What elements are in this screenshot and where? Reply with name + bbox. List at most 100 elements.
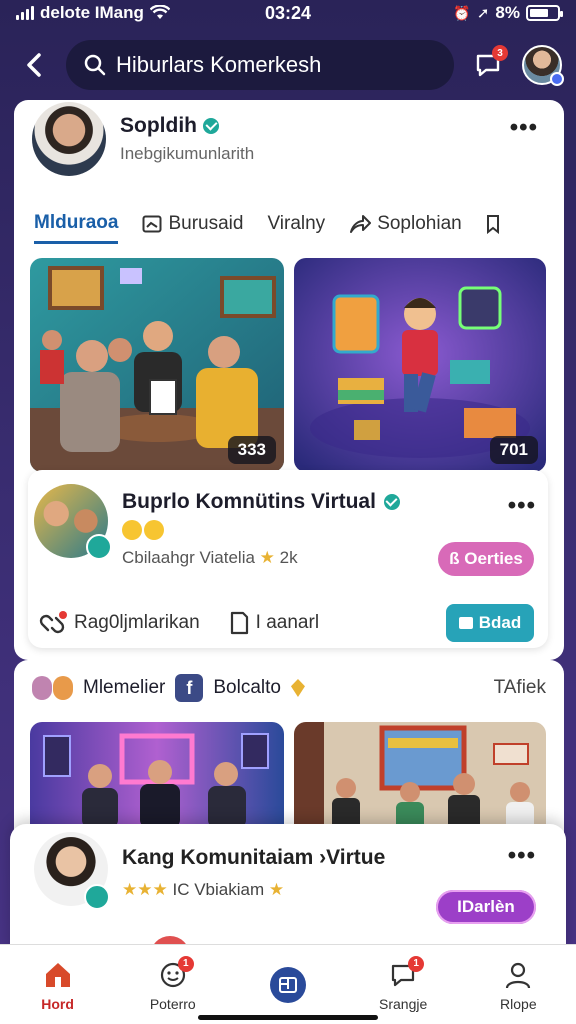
nav-srangje[interactable]: 1 Srangje [358, 955, 448, 1012]
star-icon: ★ [268, 880, 285, 899]
emoji-row [122, 520, 164, 540]
nav-create[interactable] [243, 966, 333, 1003]
messages-button[interactable]: 3 [466, 43, 510, 87]
bold-button-label: Bdad [478, 613, 522, 632]
status-left: delote IMang [16, 3, 170, 23]
more-options-icon[interactable]: ••• [508, 842, 536, 870]
community-badge-icon [84, 884, 110, 910]
community-meta-text: Cbilaahgr Viatelia [122, 548, 255, 567]
signal-icon [16, 6, 34, 20]
nav-profile-icon-box [501, 958, 535, 992]
tab-label: Mlduraoa [34, 211, 119, 233]
people-emoji-icon [32, 676, 73, 700]
back-button[interactable] [14, 45, 54, 85]
nav-home[interactable]: Hord [13, 958, 103, 1012]
nav-profile-label: Rlope [500, 995, 537, 1012]
nav-home-label: Hord [41, 995, 74, 1012]
suggestion-meta: IC Vbiakiam [172, 880, 265, 899]
tab-label: Soplohian [377, 213, 462, 234]
community-badge-icon [86, 534, 112, 560]
nav-badge: 1 [408, 955, 425, 972]
profile-name-row: Sopldih [120, 114, 254, 138]
user-avatar[interactable] [522, 45, 564, 86]
verified-icon [203, 118, 219, 134]
community-actions: Rag0ljmlarikan I aanarl Bdad [38, 604, 534, 642]
bookmark-icon [486, 215, 499, 234]
tab-more[interactable] [486, 204, 500, 244]
tab-label: Burusaid [168, 213, 244, 234]
tile-count-2: 701 [489, 436, 538, 464]
image-icon [142, 215, 162, 233]
feed-right-link[interactable]: TAfiek [494, 677, 546, 699]
nav-badge: 1 [177, 955, 194, 972]
layout-icon [278, 976, 297, 993]
community-member-count: 2k [279, 548, 298, 567]
tab-burusaid[interactable]: Burusaid [142, 204, 243, 244]
recommend-action[interactable]: Rag0ljmlarikan [38, 610, 200, 636]
tab-bar: Mlduraoa Burusaid Viralny Soplohian [34, 204, 564, 244]
profile-subtitle: Inebgikumunlarith [120, 144, 255, 163]
save-action[interactable]: I aanarl [228, 611, 319, 635]
link-icon [39, 611, 67, 634]
community-title-row: Buprlo Komnütins Virtual [122, 490, 400, 514]
smile-emoji-icon [144, 520, 164, 540]
nav-create-icon-box [269, 966, 306, 1003]
nav-home-icon-box [41, 958, 75, 992]
profile-text: Sopldih Inebgikumunlarith [120, 114, 254, 164]
chevron-left-icon [27, 53, 41, 77]
nav-srangje-label: Srangje [379, 995, 428, 1012]
save-label: I aanarl [255, 612, 320, 633]
more-options-icon[interactable]: ••• [508, 492, 536, 520]
bottom-nav: Hord 1 Poterro 1 Srangje Rlope [0, 944, 576, 1024]
community-card[interactable]: Buprlo Komnütins Virtual Cbilaahgr Viate… [28, 470, 548, 648]
clock: 03:24 [264, 2, 312, 23]
feed-header: Mlemelier f Bolcalto TAfiek [32, 674, 546, 702]
profile-header: Sopldih Inebgikumunlarith [32, 102, 254, 176]
tab-mlduraoa[interactable]: Mlduraoa [34, 204, 119, 244]
status-bar: delote IMang 03:24 ⏰ ➚ 8% [0, 0, 576, 26]
location-icon: ➚ [476, 5, 490, 22]
bold-action-button[interactable]: Bdad [446, 604, 534, 642]
feed-label-2: Bolcalto [213, 677, 281, 698]
more-options-icon[interactable]: ••• [510, 114, 538, 142]
community-suggestion-card[interactable]: Kang Komunitaiam ›Virtue ★★★ IC Vbiakiam… [10, 824, 566, 956]
alarm-icon: ⏰ [453, 4, 471, 21]
top-bar: Hiburlars Komerkesh 3 [0, 36, 576, 94]
feed-label-1: Mlemelier [83, 677, 166, 698]
facebook-icon[interactable]: f [175, 674, 204, 702]
star-icon: ★ [259, 548, 275, 567]
tile-count-1: 333 [227, 436, 276, 464]
events-pill-button[interactable]: ß Oerties [438, 542, 534, 576]
search-value: Hiburlars Komerkesh [116, 52, 322, 77]
suggestion-avatar [34, 832, 110, 910]
message-badge: 3 [492, 45, 508, 61]
profile-avatar[interactable] [32, 102, 106, 176]
profile-name: Sopldih [120, 114, 197, 137]
person-icon [506, 962, 531, 988]
community-avatar [34, 484, 112, 560]
join-pill-button[interactable]: IDarlèn [436, 890, 536, 924]
nav-potterro-icon-box: 1 [156, 955, 194, 992]
home-icon [45, 962, 70, 987]
chat-icon [458, 617, 473, 629]
tab-soplohian[interactable]: Soplohian [349, 204, 462, 244]
suggestion-meta-row: ★★★ IC Vbiakiam ★ [122, 880, 284, 900]
nav-profile[interactable]: Rlope [473, 958, 563, 1012]
battery-percent: 8% [495, 3, 520, 22]
community-meta: Cbilaahgr Viatelia ★ 2k [122, 548, 298, 568]
wifi-icon [149, 5, 170, 19]
tab-label: Viralny [267, 213, 326, 234]
search-input[interactable]: Hiburlars Komerkesh [66, 40, 454, 90]
gem-icon [290, 679, 305, 697]
media-tile-1[interactable]: 333 [30, 258, 284, 472]
battery-icon [526, 5, 563, 21]
home-indicator[interactable] [198, 1015, 378, 1020]
share-icon [350, 215, 372, 233]
verified-icon [383, 494, 400, 510]
media-tile-2[interactable]: 701 [294, 258, 546, 472]
carrier-label: delote IMang [40, 3, 144, 22]
tab-viralny[interactable]: Viralny [267, 204, 325, 244]
rating-stars: ★★★ [122, 880, 168, 899]
search-icon [84, 54, 106, 76]
nav-potterro[interactable]: 1 Poterro [128, 955, 218, 1012]
